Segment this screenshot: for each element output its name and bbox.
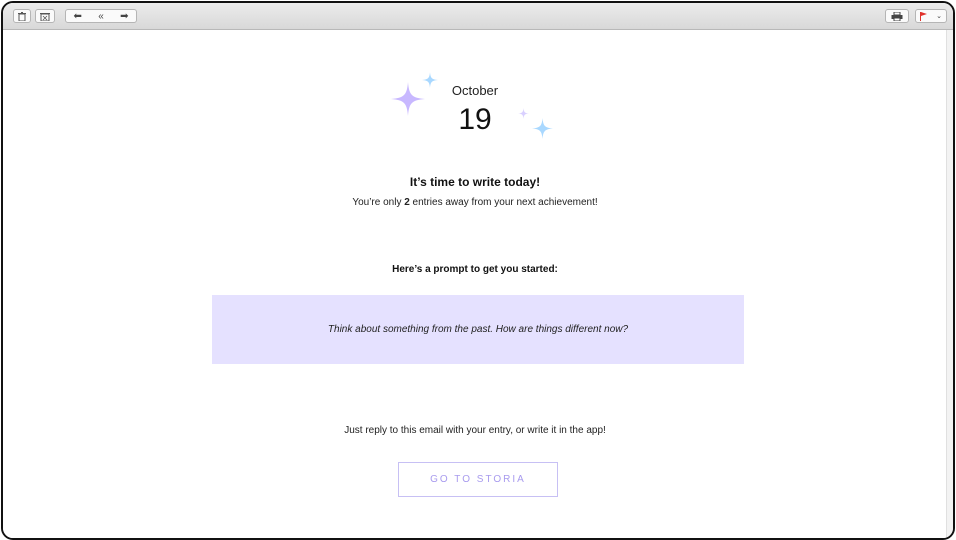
chevron-down-icon: ⌄ [936,13,942,20]
scrollbar[interactable] [946,30,953,538]
prompt-box: Think about something from the past. How… [212,295,744,364]
flag-button[interactable]: ⌄ [915,9,947,23]
delete-button[interactable] [13,9,31,23]
date-day: 19 [458,103,492,136]
forward-icon: ➡ [120,10,129,22]
email-body: October 19 It’s time to write today! You… [3,30,947,538]
forward-button[interactable]: ➡ [113,10,136,22]
junk-icon [40,12,50,21]
reply-icon: ⬅ [73,10,82,22]
reply-instructions: Just reply to this email with your entry… [344,425,606,436]
reply-all-button[interactable]: « [89,10,112,22]
email-headline: It’s time to write today! [409,175,541,189]
achievement-message: You’re only 2 entries away from your nex… [3,197,947,208]
mail-window: ⬅ « ➡ ⌄ October 19 It’s time to write to… [1,1,955,540]
printer-icon [891,11,903,21]
reply-button-group: ⬅ « ➡ [65,9,137,23]
prompt-label: Here’s a prompt to get you started: [392,264,558,275]
go-to-storia-button[interactable]: GO TO STORIA [398,462,558,497]
reply-all-icon: « [98,10,104,22]
reply-button[interactable]: ⬅ [66,10,89,22]
junk-button[interactable] [35,9,55,23]
trash-icon [18,11,26,21]
achievement-prefix: You’re only [352,197,405,208]
print-button[interactable] [885,9,909,23]
mail-toolbar: ⬅ « ➡ ⌄ [3,3,953,30]
prompt-text: Think about something from the past. How… [327,324,629,335]
achievement-suffix: entries away from your next achievement! [409,197,598,208]
date-month: October [451,83,499,98]
flag-icon [920,11,928,21]
